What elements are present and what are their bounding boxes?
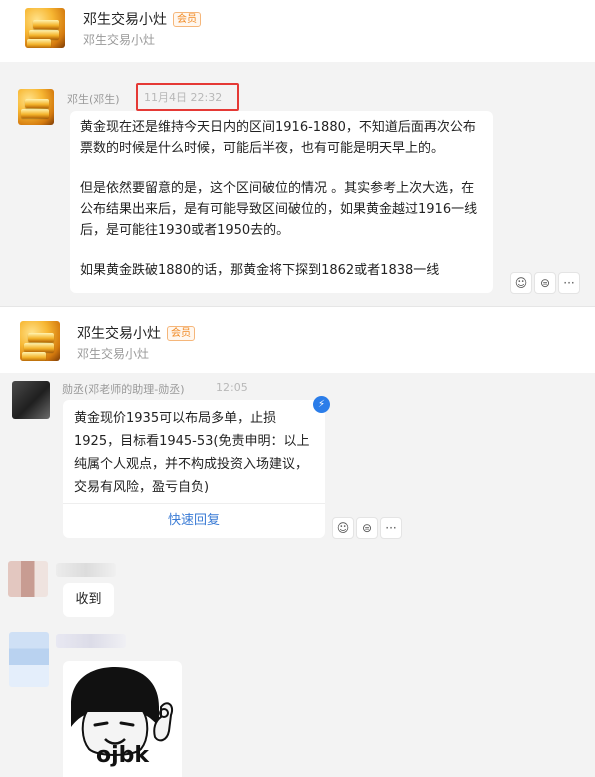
middle-header — [0, 313, 595, 373]
group-subtitle: 邓生交易小灶 — [83, 33, 156, 47]
group-title[interactable]: 邓生交易小灶 — [77, 326, 161, 342]
reply-button[interactable]: ⊜ — [534, 272, 556, 294]
assistant-avatar[interactable] — [12, 381, 50, 419]
blurred-name — [56, 634, 126, 648]
sender-name: 邓生(邓生) — [67, 93, 120, 106]
quick-reply-link[interactable]: 快速回复 — [63, 510, 325, 531]
message-paragraph: 黄金现在还是维持今天日内的区间1916-1880，不知道后面再次公布票数的时候是… — [80, 120, 476, 156]
eye-shape — [93, 721, 109, 727]
message-time: 12:05 — [216, 381, 248, 394]
group-header-1: 邓生交易小灶 会员 — [83, 9, 201, 29]
blurred-name — [56, 563, 116, 577]
group-avatar[interactable] — [20, 321, 60, 361]
sender-avatar[interactable] — [18, 89, 54, 125]
group-title[interactable]: 邓生交易小灶 — [83, 12, 167, 28]
section-divider — [0, 306, 595, 313]
eye-shape — [119, 721, 135, 727]
sender-name: 勋丞(邓老师的助理-勋丞) — [62, 383, 185, 396]
message-text: 收到 — [75, 592, 102, 607]
sticker-bubble: ojbk — [63, 661, 182, 777]
reply-button[interactable]: ⊜ — [356, 517, 378, 539]
message-bubble: 黄金现价1935可以布局多单，止损1925，目标看1945-53(免责申明：以上… — [63, 400, 325, 538]
message-bubble: 收到 — [63, 583, 114, 617]
member-badge: 会员 — [173, 12, 201, 27]
emoji-reaction-button[interactable]: ☺ — [510, 272, 532, 294]
bubble-divider — [63, 503, 325, 504]
message-time: 11月4日 22:32 — [144, 91, 223, 104]
blurred-avatar[interactable] — [9, 632, 49, 687]
sticker-caption: ojbk — [95, 743, 150, 768]
message-text: 黄金现价1935可以布局多单，止损1925，目标看1945-53(免责申明：以上… — [74, 411, 310, 495]
group-subtitle: 邓生交易小灶 — [77, 347, 150, 361]
message-paragraph: 但是依然要留意的是，这个区间破位的情况 。其实参考上次大选，在公布结果出来后，是… — [80, 181, 478, 238]
message-paragraph: 如果黄金跌破1880的话，那黄金将下探到1862或者1838一线 — [80, 263, 440, 278]
more-button[interactable]: ··· — [380, 517, 402, 539]
verified-icon: ⚡ — [313, 396, 330, 413]
group-header-2: 邓生交易小灶 会员 — [77, 323, 195, 343]
more-button[interactable]: ··· — [558, 272, 580, 294]
blurred-avatar[interactable] — [8, 561, 48, 597]
member-badge: 会员 — [167, 326, 195, 341]
group-avatar[interactable] — [25, 8, 65, 48]
message-bubble: 黄金现在还是维持今天日内的区间1916-1880，不知道后面再次公布票数的时候是… — [70, 111, 493, 293]
emoji-reaction-button[interactable]: ☺ — [332, 517, 354, 539]
